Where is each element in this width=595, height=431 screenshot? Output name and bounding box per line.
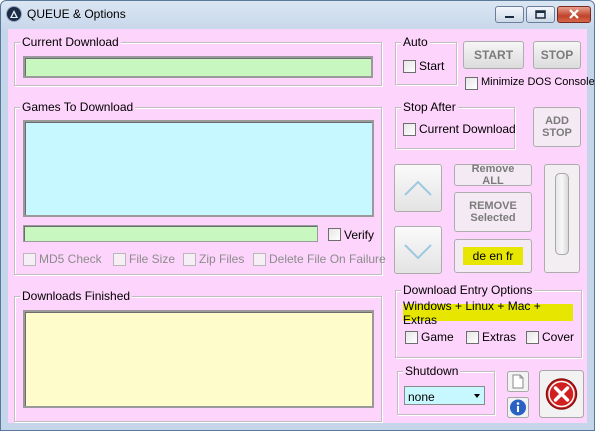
start-button[interactable]: START	[463, 41, 524, 69]
games-to-download-list[interactable]	[23, 120, 374, 217]
vertical-slider[interactable]	[544, 164, 580, 273]
stop-after-label: Stop After	[401, 100, 458, 114]
exit-icon	[539, 370, 584, 418]
shutdown-label: Shutdown	[403, 364, 461, 378]
verify-label: Verify	[344, 228, 375, 242]
stop-after-current-checkbox[interactable]	[403, 123, 416, 136]
entry-cover-checkbox[interactable]	[526, 331, 539, 344]
entry-extras-checkbox[interactable]	[466, 331, 479, 344]
chevron-down-icon	[474, 394, 480, 398]
info-button[interactable]	[507, 397, 529, 418]
window: QUEUE & Options Current Download Auto St…	[0, 0, 595, 431]
auto-start-label: Start	[419, 59, 445, 73]
downloads-finished-list[interactable]	[23, 310, 374, 408]
games-to-download-label: Games To Download	[20, 100, 136, 114]
move-down-button[interactable]	[394, 226, 442, 274]
current-download-label: Current Download	[20, 35, 121, 49]
zip-files-label: Zip Files	[199, 252, 245, 266]
close-icon	[569, 9, 579, 19]
maximize-icon	[535, 10, 546, 19]
client-area: Current Download Auto Start START STOP M…	[8, 29, 594, 423]
app-icon[interactable]	[6, 6, 22, 22]
document-button[interactable]	[507, 371, 529, 392]
minimize-dos-checkbox[interactable]	[465, 77, 478, 90]
auto-start-checkbox[interactable]	[403, 60, 416, 73]
minimize-button[interactable]	[495, 6, 524, 23]
entry-cover-label: Cover	[542, 330, 575, 344]
move-up-button[interactable]	[394, 164, 442, 212]
title-bar[interactable]: QUEUE & Options	[1, 1, 594, 29]
download-entry-options-label: Download Entry Options	[401, 283, 535, 297]
md5-check-checkbox[interactable]	[23, 253, 36, 266]
entry-game-checkbox[interactable]	[405, 331, 418, 344]
arrow-down-icon	[404, 244, 432, 260]
remove-all-button[interactable]: Remove ALL	[454, 163, 532, 187]
downloads-finished-label: Downloads Finished	[20, 289, 133, 303]
info-icon	[507, 397, 529, 418]
add-stop-button[interactable]: ADD STOP	[533, 107, 581, 147]
delete-on-failure-label: Delete File On Failure	[269, 252, 386, 266]
platforms-badge[interactable]: Windows + Linux + Mac + Extras	[403, 299, 573, 327]
minimize-icon	[505, 16, 514, 18]
slider-thumb[interactable]	[555, 173, 569, 255]
zip-files-checkbox[interactable]	[183, 253, 196, 266]
delete-on-failure-checkbox[interactable]	[253, 253, 266, 266]
stop-after-current-label: Current Download	[419, 122, 516, 136]
maximize-button[interactable]	[526, 6, 555, 23]
window-title: QUEUE & Options	[27, 7, 126, 21]
languages-button[interactable]: de en fr	[454, 239, 532, 273]
arrow-up-icon	[404, 180, 432, 196]
game-entry-field[interactable]	[23, 225, 318, 242]
stop-button[interactable]: STOP	[533, 41, 581, 69]
exit-button[interactable]	[539, 370, 584, 418]
shutdown-select[interactable]: none	[404, 386, 485, 405]
languages-badge: de en fr	[463, 247, 523, 265]
close-button[interactable]	[557, 6, 591, 23]
current-download-field	[23, 56, 373, 78]
file-size-checkbox[interactable]	[113, 253, 126, 266]
md5-check-label: MD5 Check	[39, 252, 102, 266]
shutdown-value: none	[408, 390, 435, 404]
verify-checkbox[interactable]	[328, 228, 341, 241]
entry-game-label: Game	[421, 330, 454, 344]
minimize-dos-label: Minimize DOS Console	[481, 76, 595, 88]
document-icon	[507, 371, 529, 392]
file-size-label: File Size	[129, 252, 176, 266]
auto-label: Auto	[401, 35, 430, 49]
remove-selected-button[interactable]: REMOVE Selected	[454, 192, 532, 232]
entry-extras-label: Extras	[482, 330, 517, 344]
